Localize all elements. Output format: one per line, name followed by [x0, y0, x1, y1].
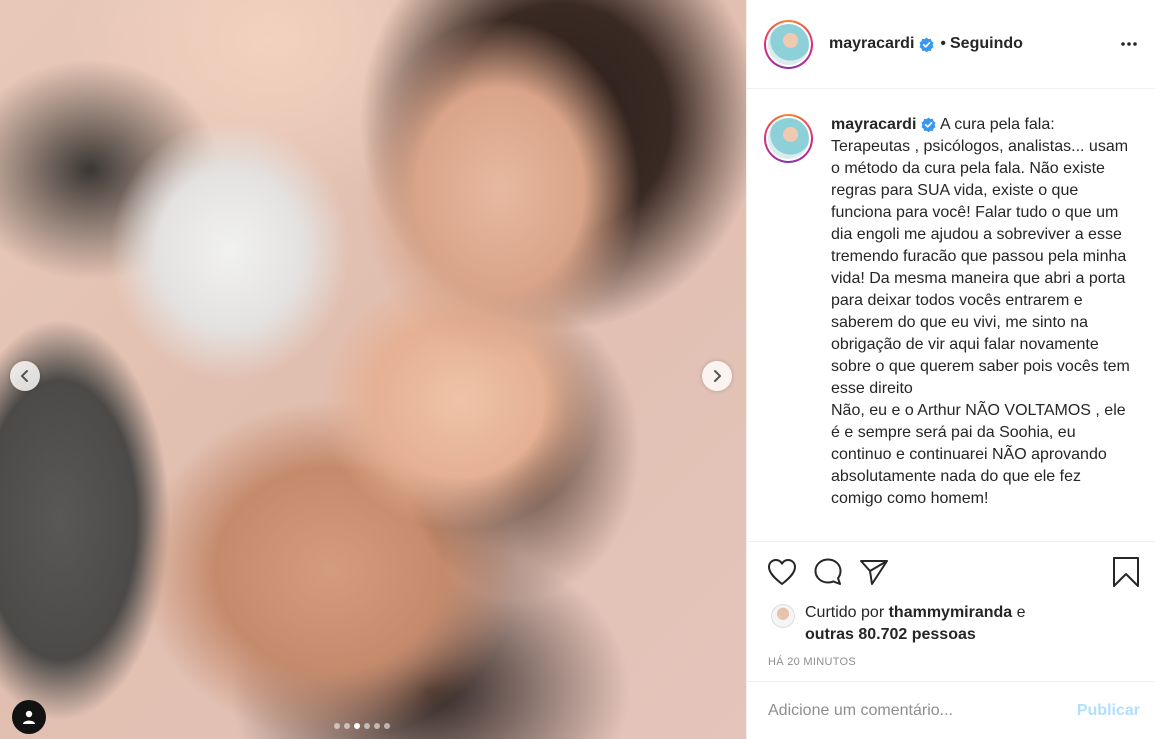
chevron-right-icon — [710, 369, 724, 383]
verified-badge-icon — [919, 36, 934, 52]
add-comment-form: Publicar — [747, 681, 1155, 739]
comments-section: mayracardi A cura pela fala: Terapeutas … — [747, 89, 1155, 540]
liker-username[interactable]: thammymiranda — [889, 604, 1013, 621]
bookmark-icon[interactable] — [1112, 556, 1140, 588]
post-actions-area: Curtido por thammymiranda e outras 80.70… — [747, 541, 1155, 668]
more-options-icon[interactable] — [1119, 34, 1139, 54]
chevron-left-icon — [18, 369, 32, 383]
verified-badge-icon — [921, 117, 936, 133]
post-header: mayracardi • Seguindo — [747, 0, 1155, 89]
carousel-dot — [344, 723, 350, 729]
caption-body: A cura pela fala: Terapeutas , psicólogo… — [831, 116, 1130, 507]
next-photo-button[interactable] — [702, 361, 732, 391]
likes-summary: Curtido por thammymiranda e outras 80.70… — [747, 602, 1155, 646]
post-timestamp[interactable]: HÁ 20 MINUTOS — [747, 646, 1155, 668]
carousel-indicator — [334, 723, 390, 729]
post-photo[interactable] — [0, 0, 746, 739]
post-caption: mayracardi A cura pela fala: Terapeutas … — [831, 114, 1131, 540]
publish-button[interactable]: Publicar — [1077, 702, 1140, 720]
avatar[interactable] — [764, 19, 813, 69]
profile-picture — [768, 23, 809, 65]
comment-bubble-icon[interactable] — [813, 557, 843, 587]
post-sidebar: mayracardi • Seguindo mayracardi A cura … — [746, 0, 1155, 739]
like-heart-icon[interactable] — [767, 558, 797, 586]
carousel-dot — [384, 723, 390, 729]
caption-username[interactable]: mayracardi — [831, 116, 916, 133]
share-send-icon[interactable] — [859, 558, 889, 586]
caption-avatar[interactable] — [764, 114, 813, 163]
user-icon — [21, 709, 37, 725]
likes-text: Curtido por thammymiranda e outras 80.70… — [805, 604, 1026, 643]
previous-photo-button[interactable] — [10, 361, 40, 391]
carousel-dot — [374, 723, 380, 729]
liker-avatar[interactable] — [771, 604, 795, 628]
tagged-users-button[interactable] — [12, 700, 46, 734]
following-button[interactable]: Seguindo — [950, 35, 1023, 53]
comment-input[interactable] — [768, 701, 1077, 720]
header-username[interactable]: mayracardi — [829, 35, 914, 53]
profile-picture — [768, 118, 809, 159]
carousel-dot — [334, 723, 340, 729]
header-separator: • — [940, 35, 946, 52]
likes-count-link[interactable]: outras 80.702 pessoas — [805, 626, 976, 643]
carousel-dot — [364, 723, 370, 729]
carousel-dot-active — [354, 723, 360, 729]
action-bar — [747, 542, 1155, 602]
